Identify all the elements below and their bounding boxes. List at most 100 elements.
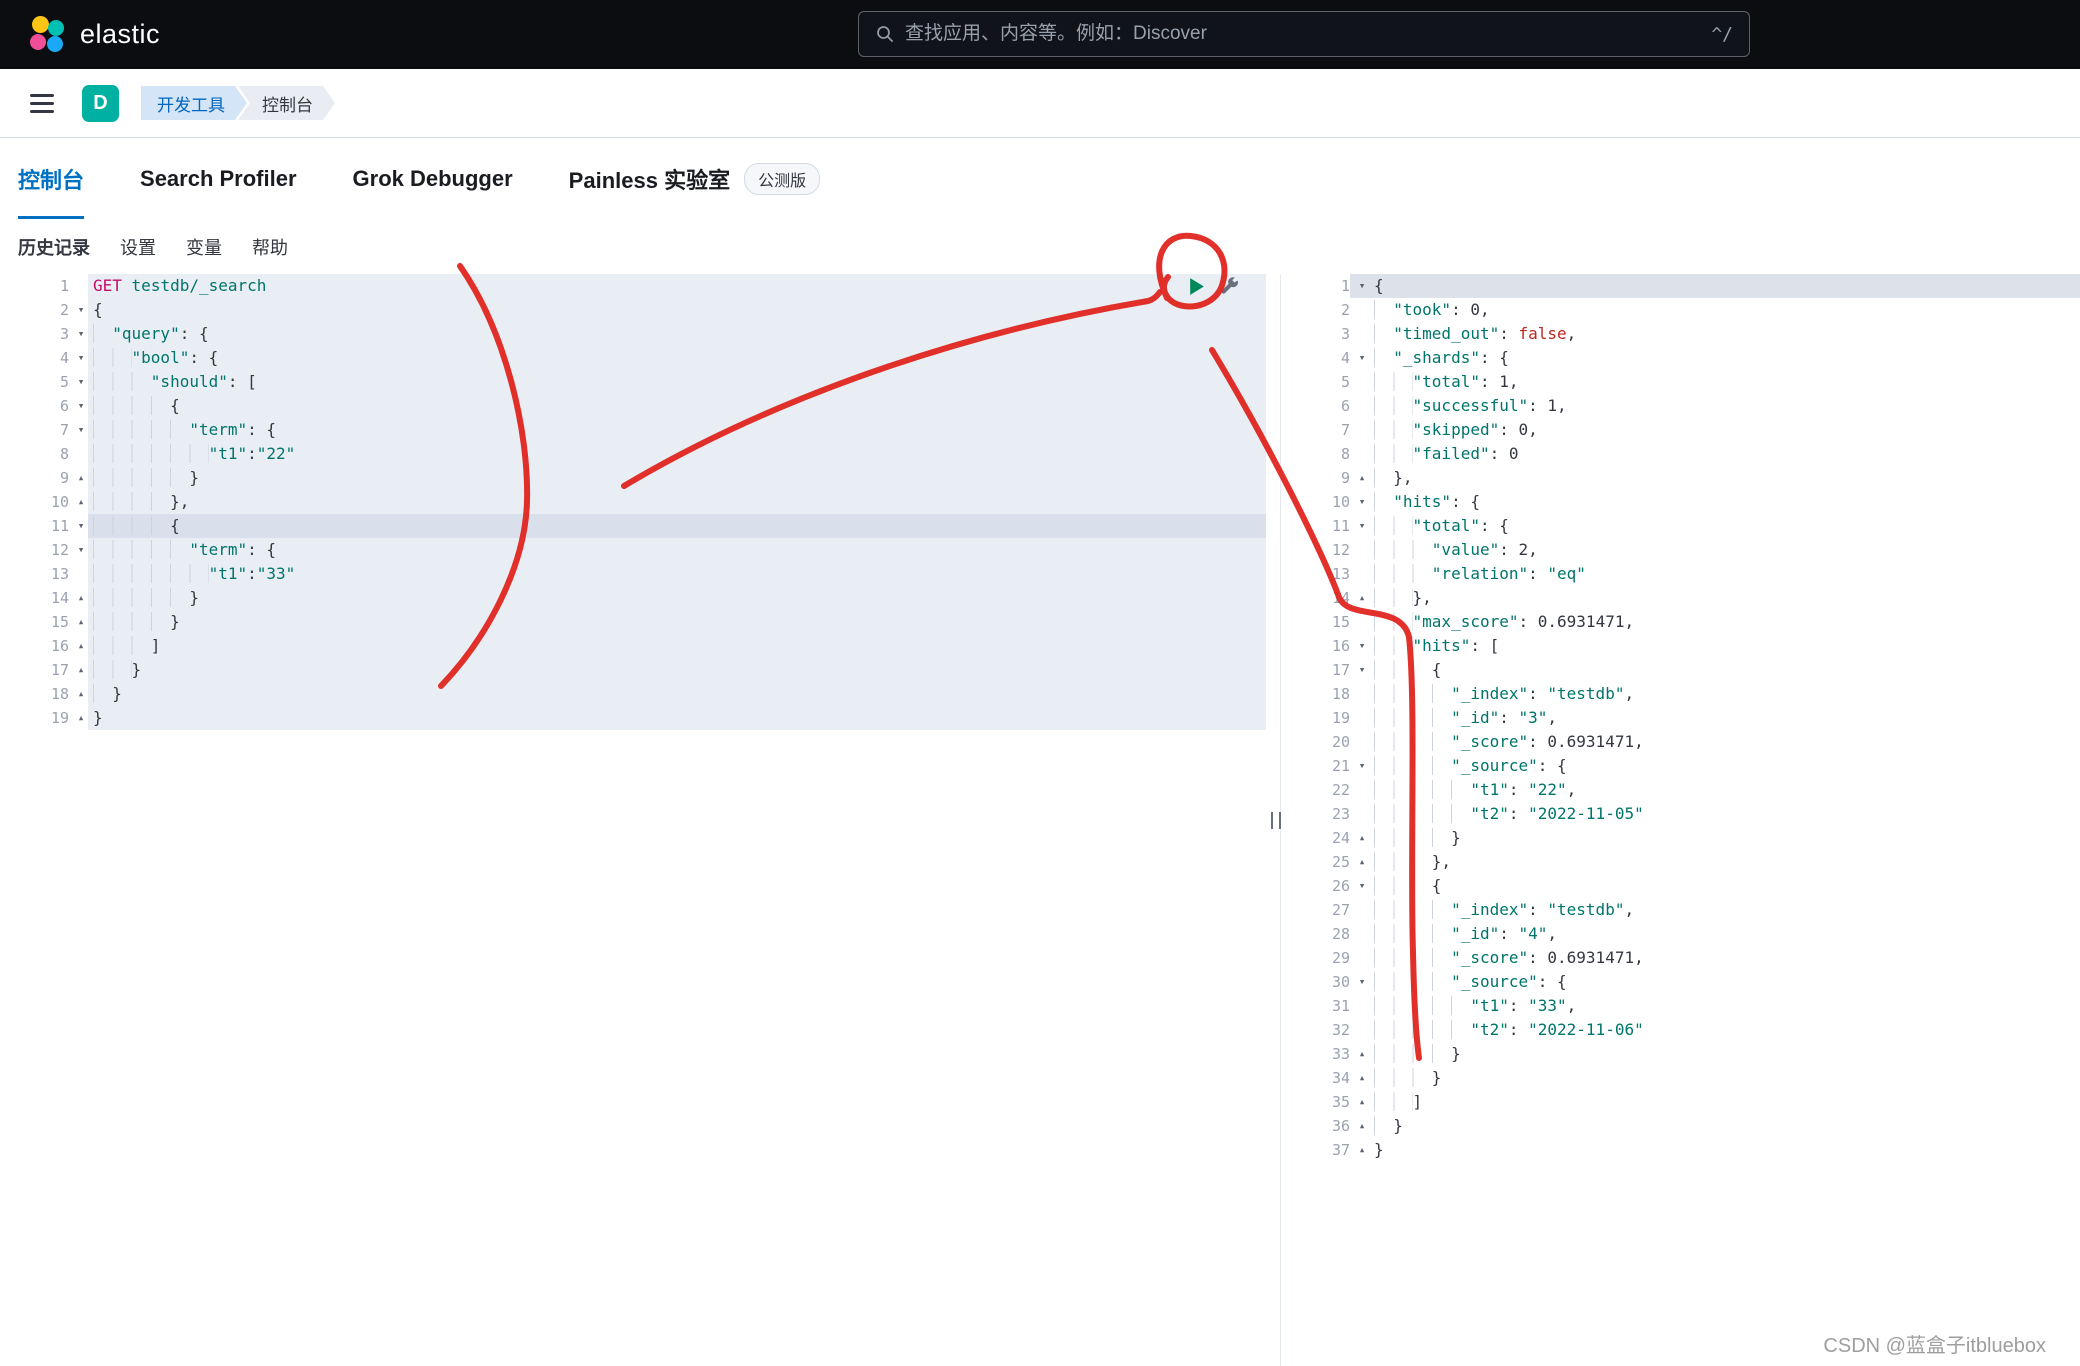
fold-collapse-icon[interactable]: ▾: [1350, 754, 1374, 778]
toolbar-help[interactable]: 帮助: [252, 234, 288, 260]
fold-collapse-icon[interactable]: ▾: [69, 322, 93, 346]
fold-collapse-icon[interactable]: ▾: [1350, 274, 1374, 298]
tab-painless-lab[interactable]: Painless 实验室 公测版: [569, 138, 821, 219]
code-line-16[interactable]: 16 ▴ ]: [0, 634, 1280, 658]
code-line-5[interactable]: 5 ▾ "should": [: [0, 370, 1280, 394]
code-line-8[interactable]: 8 "failed": 0: [1281, 442, 2080, 466]
code-line-30[interactable]: 30 ▾ "_source": {: [1281, 970, 2080, 994]
code-line-2[interactable]: 2 ▾{: [0, 298, 1280, 322]
tab-console[interactable]: 控制台: [18, 138, 85, 219]
fold-expand-icon[interactable]: ▴: [1350, 1114, 1374, 1138]
code-line-37[interactable]: 37 ▴}: [1281, 1138, 2080, 1162]
code-line-17[interactable]: 17 ▾ {: [1281, 658, 2080, 682]
fold-collapse-icon[interactable]: ▾: [1350, 874, 1374, 898]
code-line-2[interactable]: 2 "took": 0,: [1281, 298, 2080, 322]
fold-collapse-icon[interactable]: ▾: [69, 370, 93, 394]
code-line-15[interactable]: 15 "max_score": 0.6931471,: [1281, 610, 2080, 634]
code-line-11[interactable]: 11 ▾ {: [0, 514, 1280, 538]
fold-expand-icon[interactable]: ▴: [1350, 1138, 1374, 1162]
code-line-14[interactable]: 14 ▴ }: [0, 586, 1280, 610]
fold-collapse-icon[interactable]: ▾: [1350, 514, 1374, 538]
fold-expand-icon[interactable]: ▴: [69, 634, 93, 658]
fold-expand-icon[interactable]: ▴: [69, 466, 93, 490]
fold-expand-icon[interactable]: ▴: [1350, 1066, 1374, 1090]
code-line-21[interactable]: 21 ▾ "_source": {: [1281, 754, 2080, 778]
breadcrumb-dev-tools[interactable]: 开发工具: [141, 86, 247, 120]
fold-expand-icon[interactable]: ▴: [69, 490, 93, 514]
code-line-34[interactable]: 34 ▴ }: [1281, 1066, 2080, 1090]
send-request-button[interactable]: [1186, 276, 1207, 297]
menu-icon[interactable]: [30, 93, 54, 113]
code-line-7[interactable]: 7 "skipped": 0,: [1281, 418, 2080, 442]
breadcrumb-console[interactable]: 控制台: [238, 86, 335, 120]
code-line-18[interactable]: 18 ▴ }: [0, 682, 1280, 706]
global-search[interactable]: ^/: [858, 11, 1750, 57]
code-line-31[interactable]: 31 "t1": "33",: [1281, 994, 2080, 1018]
code-line-11[interactable]: 11 ▾ "total": {: [1281, 514, 2080, 538]
fold-expand-icon[interactable]: ▴: [1350, 850, 1374, 874]
code-line-3[interactable]: 3 ▾ "query": {: [0, 322, 1280, 346]
fold-collapse-icon[interactable]: ▾: [1350, 346, 1374, 370]
code-line-5[interactable]: 5 "total": 1,: [1281, 370, 2080, 394]
fold-expand-icon[interactable]: ▴: [69, 586, 93, 610]
code-line-27[interactable]: 27 "_index": "testdb",: [1281, 898, 2080, 922]
wrench-icon[interactable]: [1219, 276, 1240, 297]
code-line-17[interactable]: 17 ▴ }: [0, 658, 1280, 682]
fold-collapse-icon[interactable]: ▾: [1350, 658, 1374, 682]
code-line-6[interactable]: 6 "successful": 1,: [1281, 394, 2080, 418]
tab-search-profiler[interactable]: Search Profiler: [140, 138, 297, 219]
code-line-25[interactable]: 25 ▴ },: [1281, 850, 2080, 874]
fold-collapse-icon[interactable]: ▾: [69, 394, 93, 418]
pane-resize-handle[interactable]: [1271, 812, 1281, 829]
fold-expand-icon[interactable]: ▴: [1350, 826, 1374, 850]
code-line-13[interactable]: 13 "relation": "eq": [1281, 562, 2080, 586]
code-line-12[interactable]: 12 "value": 2,: [1281, 538, 2080, 562]
code-line-8[interactable]: 8 "t1":"22": [0, 442, 1280, 466]
fold-expand-icon[interactable]: ▴: [69, 658, 93, 682]
code-line-1[interactable]: 1 GET testdb/_search: [0, 274, 1280, 298]
fold-expand-icon[interactable]: ▴: [1350, 1042, 1374, 1066]
fold-collapse-icon[interactable]: ▾: [1350, 490, 1374, 514]
code-line-29[interactable]: 29 "_score": 0.6931471,: [1281, 946, 2080, 970]
code-line-7[interactable]: 7 ▾ "term": {: [0, 418, 1280, 442]
fold-expand-icon[interactable]: ▴: [1350, 1090, 1374, 1114]
fold-collapse-icon[interactable]: ▾: [1350, 634, 1374, 658]
code-line-22[interactable]: 22 "t1": "22",: [1281, 778, 2080, 802]
fold-collapse-icon[interactable]: ▾: [69, 346, 93, 370]
code-line-23[interactable]: 23 "t2": "2022-11-05": [1281, 802, 2080, 826]
fold-collapse-icon[interactable]: ▾: [69, 538, 93, 562]
fold-collapse-icon[interactable]: ▾: [69, 514, 93, 538]
code-line-26[interactable]: 26 ▾ {: [1281, 874, 2080, 898]
code-line-15[interactable]: 15 ▴ }: [0, 610, 1280, 634]
elastic-home-link[interactable]: elastic: [28, 15, 160, 55]
toolbar-variables[interactable]: 变量: [186, 234, 222, 260]
tab-grok-debugger[interactable]: Grok Debugger: [353, 138, 513, 219]
code-line-10[interactable]: 10 ▴ },: [0, 490, 1280, 514]
response-pane[interactable]: 1 ▾{2 "took": 0, 3 "timed_out": false, 4 ▾ "…: [1281, 274, 2080, 1366]
fold-expand-icon[interactable]: ▴: [69, 706, 93, 730]
code-line-35[interactable]: 35 ▴ ]: [1281, 1090, 2080, 1114]
code-line-24[interactable]: 24 ▴ }: [1281, 826, 2080, 850]
code-line-28[interactable]: 28 "_id": "4",: [1281, 922, 2080, 946]
code-line-16[interactable]: 16 ▾ "hits": [: [1281, 634, 2080, 658]
code-line-6[interactable]: 6 ▾ {: [0, 394, 1280, 418]
space-badge[interactable]: D: [82, 84, 119, 122]
toolbar-history[interactable]: 历史记录: [18, 234, 90, 260]
code-line-14[interactable]: 14 ▴ },: [1281, 586, 2080, 610]
code-line-20[interactable]: 20 "_score": 0.6931471,: [1281, 730, 2080, 754]
code-line-4[interactable]: 4 ▾ "bool": {: [0, 346, 1280, 370]
code-line-32[interactable]: 32 "t2": "2022-11-06": [1281, 1018, 2080, 1042]
code-line-18[interactable]: 18 "_index": "testdb",: [1281, 682, 2080, 706]
code-line-19[interactable]: 19 "_id": "3",: [1281, 706, 2080, 730]
global-search-input[interactable]: [905, 23, 1702, 45]
code-line-33[interactable]: 33 ▴ }: [1281, 1042, 2080, 1066]
code-line-9[interactable]: 9 ▴ },: [1281, 466, 2080, 490]
fold-expand-icon[interactable]: ▴: [1350, 466, 1374, 490]
fold-collapse-icon[interactable]: ▾: [1350, 970, 1374, 994]
code-line-10[interactable]: 10 ▾ "hits": {: [1281, 490, 2080, 514]
request-editor-pane[interactable]: 1 GET testdb/_search 2 ▾{3 ▾ "query": {4 ▾ "b…: [0, 274, 1280, 1366]
code-line-3[interactable]: 3 "timed_out": false,: [1281, 322, 2080, 346]
code-line-12[interactable]: 12 ▾ "term": {: [0, 538, 1280, 562]
code-line-13[interactable]: 13 "t1":"33": [0, 562, 1280, 586]
fold-expand-icon[interactable]: ▴: [1350, 586, 1374, 610]
